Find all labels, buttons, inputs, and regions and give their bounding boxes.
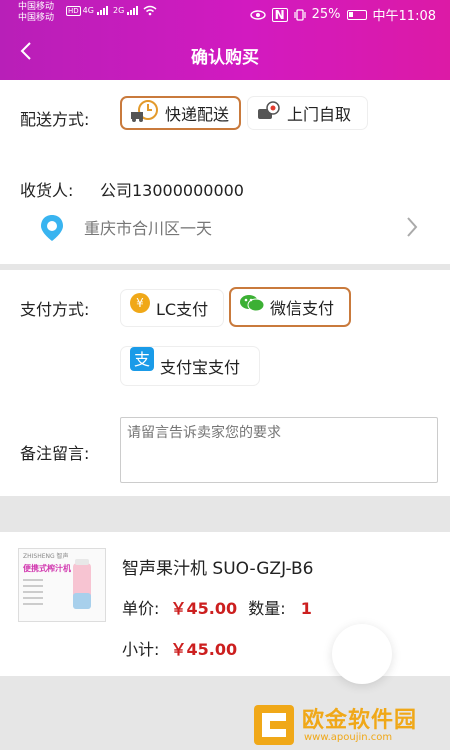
svg-text:支: 支: [134, 350, 150, 369]
payment-option-lc[interactable]: ¥ LC支付: [120, 289, 224, 327]
product-image: ZHISHENG 智声 便携式榨汁机: [18, 548, 106, 622]
delivery-option-express[interactable]: 快递配送: [120, 96, 241, 130]
payment-option-alipay[interactable]: 支 支付宝支付: [120, 346, 260, 386]
delivery-label: 配送方式:: [20, 110, 90, 129]
floating-action-button[interactable]: [332, 624, 392, 684]
delivery-section: 配送方式: 快递配送 上门自取 收货人: 公司13000000000 重庆市合川…: [0, 80, 450, 264]
note-input[interactable]: [120, 417, 438, 483]
network-type-1: 4G: [82, 6, 94, 15]
chevron-right-icon: [406, 210, 418, 244]
signal-indicators: HD 4G 2G: [66, 5, 157, 16]
battery-icon: [346, 9, 367, 20]
product-image-caption: 便携式榨汁机: [23, 564, 71, 573]
signal-bars-icon: [126, 6, 138, 15]
address-row[interactable]: 重庆市合川区一天: [0, 210, 450, 242]
subtotal-label: 小计:: [122, 640, 160, 659]
eye-icon: [249, 9, 266, 20]
status-right: N 25% 中午11:08: [249, 5, 436, 24]
unit-price-label: 单价:: [122, 599, 160, 618]
status-bar: 中国移动 中国移动 HD 4G 2G N 25% 中午11:08: [0, 0, 450, 28]
product-image-brand: ZHISHENG 智声: [23, 553, 69, 560]
product-name: 智声果汁机 SUO-GZJ-B6: [122, 559, 314, 579]
watermark: 欧金软件园 www.apoujin.com: [250, 700, 450, 750]
coin-icon: ¥: [129, 292, 151, 318]
location-pin-icon: [40, 214, 64, 246]
wifi-icon: [143, 5, 157, 16]
watermark-url: www.apoujin.com: [304, 732, 393, 743]
payment-option-wechat[interactable]: 微信支付: [229, 287, 351, 327]
quantity-label: 数量:: [248, 599, 286, 618]
nav-bar: 确认购买: [0, 34, 450, 74]
signal-bars-icon: [96, 6, 108, 15]
subtotal-row: 小计: ￥45.00: [122, 636, 237, 660]
clock: 中午11:08: [372, 9, 436, 24]
carrier-1: 中国移动: [18, 2, 55, 12]
payment-label: 支付方式:: [20, 300, 90, 319]
battery-percent: 25%: [311, 7, 341, 22]
quantity-value: 1: [300, 599, 312, 618]
address-text: 重庆市合川区一天: [84, 219, 213, 238]
pickup-pin-icon: [256, 99, 282, 127]
receiver-label: 收货人:: [20, 181, 74, 200]
price-row: 单价: ￥45.00 数量: 1: [122, 595, 312, 619]
payment-option-label: 微信支付: [270, 299, 335, 318]
app-header: 中国移动 中国移动 HD 4G 2G N 25% 中午11:08 确认购买: [0, 0, 450, 80]
payment-option-label: 支付宝支付: [160, 358, 241, 377]
delivery-option-label: 上门自取: [287, 105, 352, 124]
hd-badge: HD: [66, 6, 81, 16]
delivery-option-pickup[interactable]: 上门自取: [247, 96, 368, 130]
subtotal-value: ￥45.00: [170, 640, 238, 659]
nfc-icon: N: [271, 7, 288, 22]
unit-price: ￥45.00: [170, 599, 238, 618]
watermark-title: 欧金软件园: [302, 708, 418, 733]
carrier-2: 中国移动: [18, 13, 55, 23]
delivery-truck-icon: [130, 99, 160, 127]
payment-option-label: LC支付: [156, 300, 209, 319]
vibrate-icon: [294, 8, 306, 21]
note-label: 备注留言:: [20, 444, 90, 463]
receiver-value: 公司13000000000: [100, 181, 244, 200]
watermark-logo: [254, 705, 294, 745]
alipay-icon: 支: [129, 347, 155, 376]
carrier-info: 中国移动 中国移动: [18, 2, 54, 24]
network-type-2: 2G: [113, 6, 125, 15]
delivery-option-label: 快递配送: [165, 105, 230, 124]
svg-text:¥: ¥: [136, 296, 144, 310]
page-title: 确认购买: [191, 48, 259, 68]
wechat-icon: [239, 294, 265, 317]
